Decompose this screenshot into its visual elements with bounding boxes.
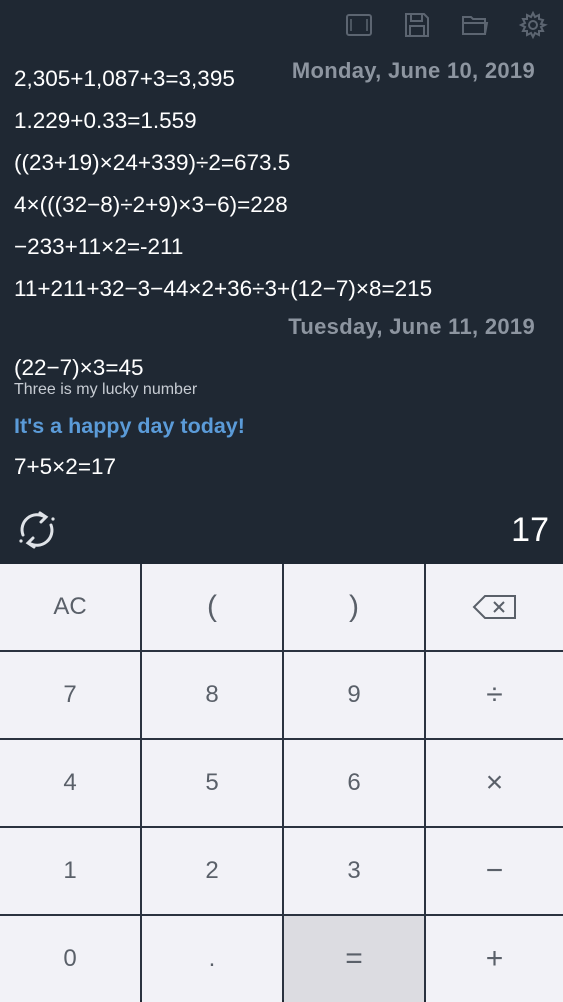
- save-button[interactable]: [401, 8, 433, 42]
- plus-key[interactable]: +: [426, 916, 563, 1002]
- calculation-history[interactable]: Monday, June 10, 2019 2,305+1,087+3=3,39…: [14, 58, 535, 488]
- key-5[interactable]: 5: [142, 740, 282, 826]
- history-entry[interactable]: ((23+19)×24+339)÷2=673.5: [14, 142, 535, 184]
- divide-key[interactable]: ÷: [426, 652, 563, 738]
- history-entry[interactable]: −233+11×2=-211: [14, 226, 535, 268]
- settings-icon: [518, 10, 548, 40]
- key-8[interactable]: 8: [142, 652, 282, 738]
- calculator-screen: Monday, June 10, 2019 2,305+1,087+3=3,39…: [0, 0, 563, 1002]
- result-bar: 17: [14, 505, 549, 555]
- key-4[interactable]: 4: [0, 740, 140, 826]
- minus-key[interactable]: −: [426, 828, 563, 914]
- screen-icon: [346, 14, 372, 36]
- folder-icon: [462, 16, 489, 35]
- refresh-icon[interactable]: [14, 507, 60, 553]
- keypad: AC ( ) 7 8 9 ÷ 4 5 6 × 1 2 3 − 0 . = +: [0, 564, 563, 1002]
- decimal-key[interactable]: .: [142, 916, 282, 1002]
- equals-key[interactable]: =: [284, 916, 424, 1002]
- key-3[interactable]: 3: [284, 828, 424, 914]
- key-1[interactable]: 1: [0, 828, 140, 914]
- history-entry[interactable]: 4×(((32−8)÷2+9)×3−6)=228: [14, 184, 535, 226]
- open-folder-button[interactable]: [459, 8, 491, 42]
- history-comment[interactable]: It's a happy day today!: [14, 404, 535, 446]
- all-clear-key[interactable]: AC: [0, 564, 140, 650]
- key-6[interactable]: 6: [284, 740, 424, 826]
- backspace-icon: [472, 595, 516, 619]
- key-2[interactable]: 2: [142, 828, 282, 914]
- left-paren-key[interactable]: (: [142, 564, 282, 650]
- history-date: Tuesday, June 11, 2019: [288, 314, 535, 339]
- screen-button[interactable]: [343, 8, 375, 42]
- history-note: Three is my lucky number: [14, 381, 198, 398]
- history-entry[interactable]: 7+5×2=17: [14, 446, 535, 488]
- history-date: Monday, June 10, 2019: [291, 58, 535, 83]
- right-paren-key[interactable]: ): [284, 564, 424, 650]
- key-0[interactable]: 0: [0, 916, 140, 1002]
- settings-button[interactable]: [517, 8, 549, 42]
- save-icon: [405, 13, 429, 37]
- history-entry[interactable]: 11+211+32−3−44×2+36÷3+(12−7)×8=215: [14, 268, 535, 310]
- key-9[interactable]: 9: [284, 652, 424, 738]
- multiply-key[interactable]: ×: [426, 740, 563, 826]
- backspace-key[interactable]: [426, 564, 563, 650]
- result-display: 17: [511, 510, 549, 549]
- key-7[interactable]: 7: [0, 652, 140, 738]
- toolbar: [343, 8, 549, 42]
- history-entry[interactable]: 1.229+0.33=1.559: [14, 100, 535, 142]
